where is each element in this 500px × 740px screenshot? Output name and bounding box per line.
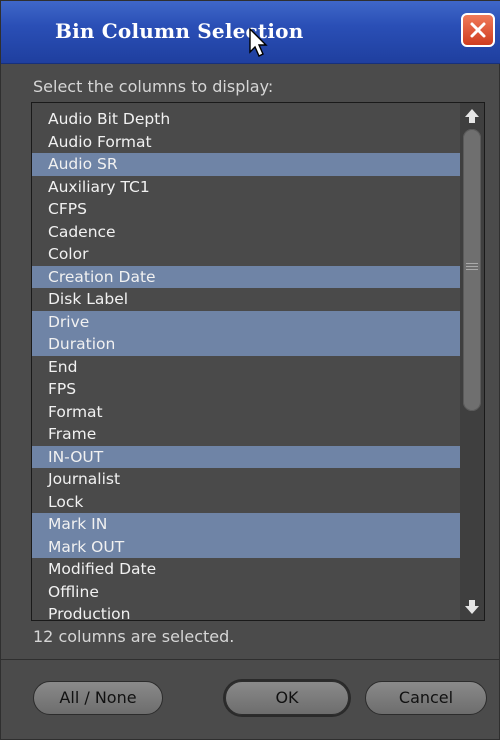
instruction-label: Select the columns to display:: [33, 77, 274, 96]
cancel-button[interactable]: Cancel: [365, 681, 487, 715]
column-list-item[interactable]: Auxiliary TC1: [32, 176, 460, 199]
column-list-item[interactable]: Drive: [32, 310, 460, 333]
column-list-item[interactable]: Journalist: [32, 468, 460, 491]
scroll-up-button[interactable]: [462, 106, 482, 126]
vertical-scrollbar[interactable]: [460, 103, 484, 620]
footer-divider: [1, 659, 500, 660]
column-list-item[interactable]: Mark IN: [32, 513, 460, 536]
all-none-button[interactable]: All / None: [33, 681, 163, 715]
column-list-item[interactable]: Duration: [32, 333, 460, 356]
columns-list[interactable]: Audio Bit Depth Audio Format Audio SR Auxil…: [31, 102, 485, 621]
column-list-item[interactable]: Audio SR: [32, 153, 460, 176]
column-list-item[interactable]: Disk Label: [32, 288, 460, 311]
close-icon: [470, 22, 486, 38]
column-list-item[interactable]: Format: [32, 401, 460, 424]
scroll-down-button[interactable]: [462, 597, 482, 617]
scrollbar-thumb[interactable]: [463, 129, 481, 411]
column-list-item[interactable]: Modified Date: [32, 558, 460, 581]
title-bar[interactable]: Bin Column Selection: [1, 1, 500, 64]
column-list-item[interactable]: Color: [32, 243, 460, 266]
column-list-item[interactable]: Production: [32, 603, 460, 620]
arrow-up-icon: [465, 109, 479, 123]
arrow-down-icon: [465, 600, 479, 614]
column-list-item[interactable]: Cadence: [32, 221, 460, 244]
selection-count-status: 12 columns are selected.: [33, 627, 235, 646]
column-list-item[interactable]: IN-OUT: [32, 445, 460, 468]
ok-button[interactable]: OK: [225, 681, 349, 715]
bin-column-selection-dialog: Bin Column Selection Select the columns …: [0, 0, 500, 740]
column-list-item[interactable]: Audio Bit Depth: [32, 108, 460, 131]
column-list-item[interactable]: CFPS: [32, 198, 460, 221]
column-list-item[interactable]: Frame: [32, 423, 460, 446]
column-list-item[interactable]: End: [32, 356, 460, 379]
column-list-item[interactable]: Creation Date: [32, 265, 460, 288]
column-list-item[interactable]: Lock: [32, 491, 460, 514]
column-list-item[interactable]: Offline: [32, 581, 460, 604]
column-list-item[interactable]: FPS: [32, 378, 460, 401]
scrollbar-grip-icon: [466, 261, 478, 271]
mouse-pointer-icon: [249, 28, 268, 57]
close-button[interactable]: [461, 13, 495, 47]
column-list-item[interactable]: Audio Format: [32, 131, 460, 154]
column-list-item[interactable]: Mark OUT: [32, 535, 460, 558]
